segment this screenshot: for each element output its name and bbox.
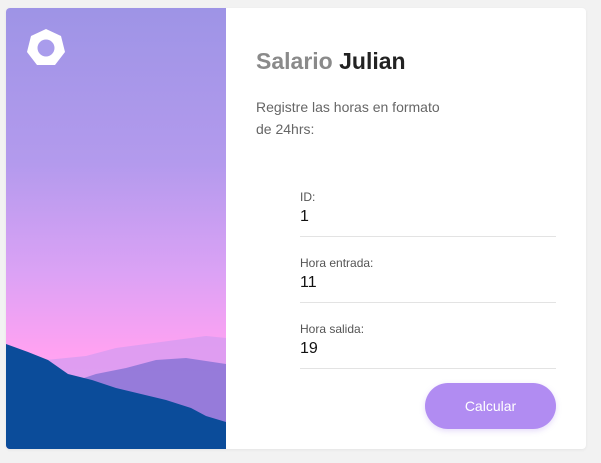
entry-time-input[interactable]	[300, 272, 550, 294]
page-title: Salario Julian	[256, 48, 406, 75]
exit-time-input[interactable]	[300, 338, 550, 360]
instructions-text: Registre las horas en formato de 24hrs:	[256, 99, 440, 137]
entry-time-field: Hora entrada:	[300, 244, 556, 303]
hero-image	[6, 8, 226, 449]
exit-time-field: Hora salida:	[300, 310, 556, 369]
calculate-button[interactable]: Calcular	[425, 383, 556, 429]
id-input[interactable]	[300, 206, 550, 228]
exit-time-label: Hora salida:	[300, 322, 365, 336]
login-card: Salario Julian Registre las horas en for…	[6, 8, 586, 449]
form-panel: Salario Julian Registre las horas en for…	[256, 8, 576, 449]
title-prefix: Salario	[256, 48, 333, 74]
id-label: ID:	[300, 190, 316, 204]
title-name: Julian	[339, 48, 406, 74]
mountain-sunset-illustration	[6, 8, 226, 449]
logo-icon	[26, 28, 66, 68]
entry-time-label: Hora entrada:	[300, 256, 374, 270]
id-field: ID:	[300, 178, 556, 237]
